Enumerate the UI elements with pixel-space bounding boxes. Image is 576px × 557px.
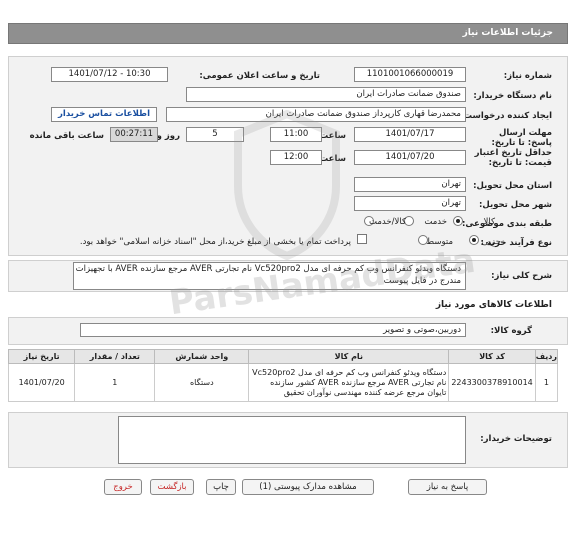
cell-name: دستگاه ویدئو کنفرانس وب کم حرفه ای مدل V…: [248, 363, 450, 402]
announce-field: 1401/07/12 - 10:30: [51, 67, 168, 82]
col-qty: تعداد / مقدار: [74, 349, 156, 364]
summary-label: شرح کلی نیاز:: [491, 271, 552, 281]
print-button[interactable]: چاپ: [206, 479, 236, 495]
exit-button[interactable]: خروج: [104, 479, 142, 495]
validity-time-label: ساعت: [319, 154, 346, 164]
deadline-time-label: ساعت: [319, 131, 346, 141]
announce-label: تاریخ و ساعت اعلان عمومی:: [199, 71, 320, 81]
goods-group-label: گروه کالا:: [490, 326, 532, 336]
process-medium-label: متوسط: [426, 237, 453, 247]
deadline-time-field: 11:00: [270, 127, 322, 142]
category-both-label: کالا/خدمت: [369, 217, 406, 227]
col-date: تاریخ نیاز: [7, 349, 76, 364]
validity-label: حداقل تاریخ اعتبار قیمت: تا تاریخ:: [474, 148, 552, 168]
goods-section-title: اطلاعات کالاهای مورد نیاز: [435, 300, 552, 310]
col-row: ردیف: [534, 349, 559, 364]
creator-field: محمدرضا قهاری کارپرداز صندوق ضمانت صادرا…: [166, 107, 466, 122]
goods-table: ردیف کد کالا نام کالا واحد شمارش تعداد /…: [7, 349, 559, 402]
buyer-contact-link[interactable]: اطلاعات تماس خریدار: [51, 107, 157, 122]
col-unit: واحد شمارش: [154, 349, 250, 364]
process-minor-label: جزیی: [481, 237, 501, 247]
category-service-label: خدمت: [424, 217, 447, 227]
goods-group-field: دوربین،صوتی و تصویر: [80, 323, 466, 337]
page-header: جزئیات اطلاعات نیاز: [8, 23, 568, 44]
deadline-label: مهلت ارسال پاسخ: تا تاریخ:: [491, 128, 552, 148]
buyer-org-field: صندوق ضمانت صادرات ایران: [186, 87, 466, 102]
days-field: 5: [186, 127, 244, 142]
province-field: تهران: [354, 177, 466, 192]
remaining-label: ساعت باقی مانده: [29, 131, 104, 141]
validity-date-field: 1401/07/20: [354, 150, 466, 165]
back-button[interactable]: بازگشت: [150, 479, 194, 495]
days-label: روز و: [156, 131, 180, 141]
buyer-notes-label: توضیحات خریدار:: [480, 434, 552, 444]
summary-field: دستگاه ویدئو کنفرانس وب کم حرفه ای مدل V…: [73, 262, 466, 290]
deadline-date-field: 1401/07/17: [354, 127, 466, 142]
cell-unit: دستگاه: [154, 363, 250, 402]
treasury-checkbox[interactable]: [357, 234, 367, 244]
category-radio-goods[interactable]: [453, 216, 463, 226]
cell-date: 1401/07/20: [7, 363, 76, 402]
category-goods-label: کالا: [483, 217, 495, 227]
view-docs-button[interactable]: مشاهده مدارک پیوستی (1): [242, 479, 374, 495]
buyer-notes-field: [118, 416, 466, 464]
col-code: کد کالا: [448, 349, 536, 364]
need-number-field: 1101001066000019: [354, 67, 466, 82]
city-field: تهران: [354, 196, 466, 211]
reply-button[interactable]: پاسخ به نیاز: [408, 479, 487, 495]
buyer-org-label: نام دستگاه خریدار:: [473, 91, 552, 101]
remaining-time-field: 00:27:11: [110, 127, 158, 142]
page-title: جزئیات اطلاعات نیاز: [462, 28, 553, 38]
cell-qty: 1: [74, 363, 156, 402]
process-radio-minor[interactable]: [469, 235, 479, 245]
creator-label: ایجاد کننده درخواست:: [460, 111, 552, 121]
province-label: استان محل تحویل:: [473, 181, 552, 191]
cell-code: 2243300378910014: [448, 363, 536, 402]
need-number-label: شماره نیاز:: [503, 71, 552, 81]
validity-time-field: 12:00: [270, 150, 322, 165]
category-label: طبقه بندی موضوعی:: [462, 219, 552, 229]
city-label: شهر محل تحویل:: [479, 200, 552, 210]
payment-note: پرداخت تمام یا بخشی از مبلغ خرید،از محل …: [79, 237, 351, 247]
col-name: نام کالا: [248, 349, 450, 364]
cell-row: 1: [534, 363, 559, 402]
table-row[interactable]: 1 2243300378910014 دستگاه ویدئو کنفرانس …: [7, 363, 559, 402]
